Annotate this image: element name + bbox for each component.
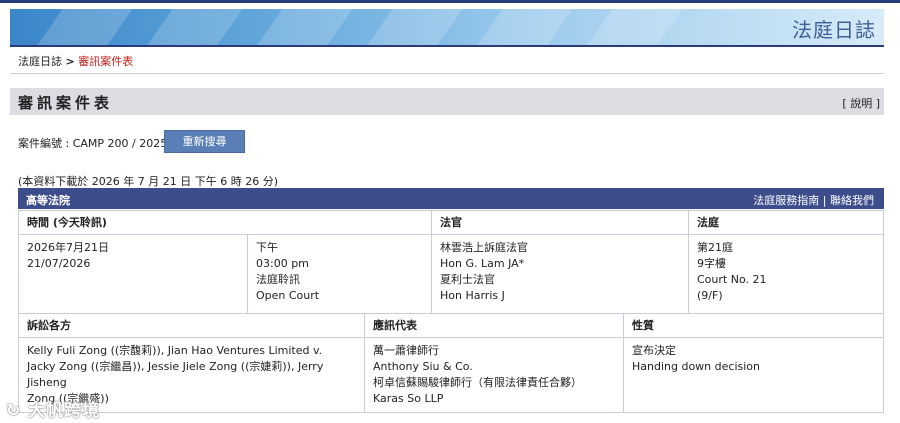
court-bar: 高等法院 法庭服務指南 | 聯絡我們 — [18, 188, 884, 209]
court-cell: 第21庭 9字樓 Court No. 21 (9/F) — [688, 234, 884, 314]
court-links[interactable]: 法庭服務指南 | 聯絡我們 — [753, 192, 874, 208]
breadcrumb-separator: > — [65, 55, 75, 68]
reps-cell: 萬一蕭律師行 Anthony Siu & Co. 柯卓信蘇賜駿律師行（有限法律責… — [364, 337, 624, 413]
time-cell: 下午 03:00 pm 法庭聆訊 Open Court — [247, 234, 432, 314]
top-border — [0, 0, 900, 3]
help-link[interactable]: [ 說明 ] — [842, 95, 880, 111]
parties-header: 訴訟各方 — [18, 313, 365, 338]
reps-header: 應訊代表 — [364, 313, 624, 338]
court-name: 高等法院 — [26, 194, 70, 207]
parties-table: 訴訟各方 應訊代表 性質 Kelly Fuli Zong ((宗馥莉)), Ji… — [18, 313, 884, 413]
watermark-logo: ↻ 大帆跨境 — [6, 401, 101, 421]
date-cell: 2026年7月21日 21/07/2026 — [18, 234, 248, 314]
site-title: 法庭日誌 — [792, 18, 876, 42]
breadcrumb: 法庭日誌 > 審訊案件表 — [18, 53, 133, 69]
breadcrumb-current: 審訊案件表 — [78, 55, 134, 68]
judge-cell: 林雲浩上訴庭法官 Hon G. Lam JA* 夏利士法官 Hon Harris… — [431, 234, 689, 314]
court-header: 法庭 — [688, 210, 884, 235]
watermark-icon: ↻ — [6, 401, 22, 421]
divider — [10, 73, 884, 74]
download-timestamp: (本資料下載於 2026 年 7 月 21 日 下午 6 時 26 分) — [18, 175, 279, 188]
judge-header: 法官 — [431, 210, 689, 235]
page-title: 審訊案件表 — [18, 94, 114, 112]
page-heading-bar: 審訊案件表 [ 說明 ] — [10, 88, 884, 115]
nature-cell: 宣布決定 Handing down decision — [623, 337, 884, 413]
case-number: 案件編號 : CAMP 200 / 2025 — [18, 137, 168, 150]
breadcrumb-home-link[interactable]: 法庭日誌 — [18, 55, 62, 68]
time-header: 時間 (今天聆訊) — [18, 210, 432, 235]
schedule-table: 時間 (今天聆訊) 法官 法庭 2026年7月21日 21/07/2026 下午… — [18, 210, 884, 314]
nature-header: 性質 — [623, 313, 884, 338]
header-banner: 法庭日誌 — [10, 9, 884, 47]
search-again-button[interactable]: 重新搜尋 — [164, 130, 245, 153]
